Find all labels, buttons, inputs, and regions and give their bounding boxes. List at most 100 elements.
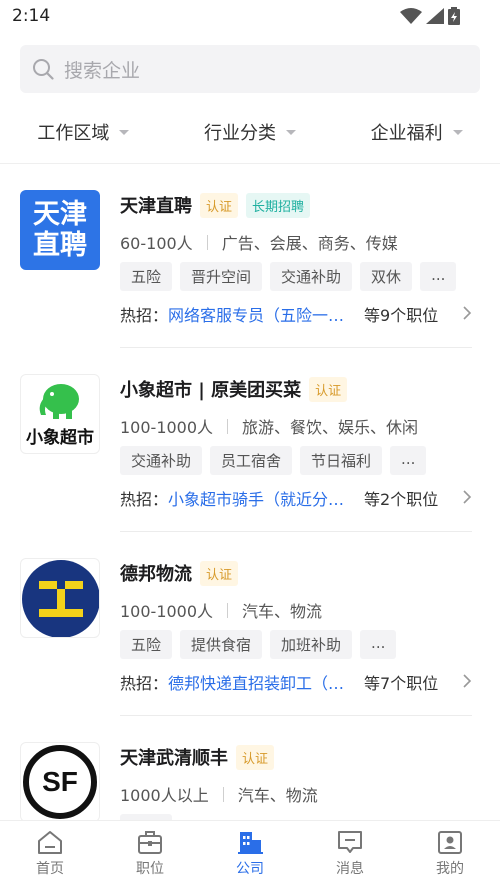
status-icons — [400, 7, 460, 25]
hot-jobs-row[interactable]: 热招： 小象超市骑手（就近分配… 等2个职位 — [120, 486, 472, 510]
chevron-right-icon — [463, 674, 472, 688]
company-industry: 广告、会展、商务、传媒 — [221, 234, 398, 253]
filter-work-area[interactable]: 工作区域 — [0, 104, 167, 160]
meta-divider — [227, 418, 229, 434]
benefit-tag: 五险 — [120, 262, 173, 291]
search-icon — [33, 59, 54, 80]
logo-text: 直聘 — [33, 230, 87, 261]
benefit-tag: 员工宿舍 — [210, 446, 293, 475]
search-input[interactable]: 搜索企业 — [20, 45, 480, 93]
caret-down-icon — [286, 129, 296, 135]
company-name: 天津武清顺丰 — [120, 748, 228, 769]
benefit-tags: 五险 晋升空间 交通补助 双休 ... — [120, 262, 457, 291]
company-name: 小象超市 | 原美团买菜 — [120, 380, 302, 401]
tab-label: 消息 — [336, 861, 364, 877]
filter-benefits[interactable]: 企业福利 — [333, 104, 500, 160]
hot-label: 热招： — [120, 674, 169, 693]
hot-job-link[interactable]: 德邦快递直招装卸工（提… — [168, 670, 358, 694]
certified-badge: 认证 — [200, 560, 239, 586]
benefit-tags: 交通补助 员工宿舍 节日福利 ... — [120, 446, 427, 475]
status-time: 2:14 — [12, 6, 51, 26]
sf-logo-icon: SF — [23, 745, 97, 819]
company-industry: 汽车、物流 — [237, 786, 318, 805]
tab-messages[interactable]: 消息 — [300, 821, 400, 888]
benefit-tags: 五险 提供食宿 加班补助 ... — [120, 630, 397, 659]
company-card[interactable]: 天津 直聘 天津直聘 认证 长期招聘 60-100人 广告、会展、商务、传媒 五… — [0, 164, 500, 348]
home-icon — [38, 831, 62, 854]
filter-label: 行业分类 — [204, 123, 276, 144]
company-name-row: 天津直聘 认证 长期招聘 — [120, 192, 311, 218]
tab-label: 我的 — [436, 861, 464, 877]
profile-icon — [438, 831, 462, 854]
hot-job-link[interactable]: 网络客服专员（五险一金… — [168, 302, 358, 326]
hot-jobs-row[interactable]: 热招： 德邦快递直招装卸工（提… 等7个职位 — [120, 670, 472, 694]
tab-label: 公司 — [236, 861, 264, 877]
benefit-tag: 节日福利 — [300, 446, 383, 475]
company-name: 天津直聘 — [120, 196, 192, 217]
tab-label: 职位 — [136, 861, 164, 877]
certified-badge: 认证 — [200, 192, 239, 218]
logo-text: 天津 — [33, 199, 87, 230]
company-logo: SF — [20, 742, 100, 820]
benefit-tag: 五险 — [120, 630, 173, 659]
benefit-tag-more: ... — [390, 446, 427, 475]
hot-label: 热招： — [120, 490, 169, 509]
certified-badge: 认证 — [236, 744, 275, 770]
search-placeholder: 搜索企业 — [64, 59, 141, 82]
chevron-right-icon — [463, 490, 472, 504]
company-industry: 旅游、餐饮、娱乐、休闲 — [242, 418, 419, 437]
filter-industry[interactable]: 行业分类 — [167, 104, 334, 160]
logo-text: 小象超市 — [26, 427, 94, 448]
meta-divider — [227, 602, 229, 618]
company-size: 100-1000人 — [120, 602, 214, 621]
company-card[interactable]: 德邦物流 认证 100-1000人 汽车、物流 五险 提供食宿 加班补助 ...… — [0, 532, 500, 716]
tab-jobs[interactable]: 职位 — [100, 821, 200, 888]
company-card[interactable]: 小象超市 小象超市 | 原美团买菜 认证 100-1000人 旅游、餐饮、娱乐、… — [0, 348, 500, 532]
wifi-icon — [400, 8, 422, 24]
company-name-row: 德邦物流 认证 — [120, 560, 239, 586]
chevron-right-icon — [463, 306, 472, 320]
tab-profile[interactable]: 我的 — [400, 821, 500, 888]
company-size: 100-1000人 — [120, 418, 214, 437]
tab-home[interactable]: 首页 — [0, 821, 100, 888]
filter-label: 企业福利 — [370, 123, 443, 144]
hot-job-count: 等7个职位 — [364, 674, 439, 693]
company-meta: 1000人以上 汽车、物流 — [120, 782, 318, 806]
company-size: 1000人以上 — [120, 786, 209, 805]
benefit-tag: 双休 — [360, 262, 413, 291]
benefit-tag: 提供食宿 — [180, 630, 263, 659]
benefit-tag: 交通补助 — [270, 262, 353, 291]
signal-icon — [426, 8, 444, 24]
certified-badge: 认证 — [309, 376, 348, 402]
benefit-tag: 晋升空间 — [180, 262, 263, 291]
hot-job-count: 等9个职位 — [364, 306, 439, 325]
meta-divider — [222, 786, 224, 802]
company-name-row: 小象超市 | 原美团买菜 认证 — [120, 376, 348, 402]
company-meta: 100-1000人 汽车、物流 — [120, 598, 322, 622]
meta-divider — [206, 234, 208, 250]
company-logo: 天津 直聘 — [20, 190, 100, 270]
filter-bar: 工作区域 行业分类 企业福利 — [0, 104, 500, 160]
benefit-tag: 加班补助 — [270, 630, 353, 659]
company-size: 60-100人 — [120, 234, 193, 253]
company-name-row: 天津武清顺丰 认证 — [120, 744, 275, 770]
tab-label: 首页 — [36, 861, 64, 877]
tab-company[interactable]: 公司 — [200, 821, 300, 888]
hot-jobs-row[interactable]: 热招： 网络客服专员（五险一金… 等9个职位 — [120, 302, 472, 326]
elephant-logo-icon — [39, 383, 79, 419]
caret-down-icon — [452, 129, 463, 135]
battery-icon — [448, 7, 460, 25]
long-term-badge: 长期招聘 — [246, 192, 311, 218]
logo-text: SF — [42, 766, 78, 797]
company-logo — [20, 558, 100, 638]
company-name: 德邦物流 — [120, 564, 192, 585]
building-icon — [238, 832, 263, 854]
briefcase-icon — [138, 831, 162, 854]
company-meta: 100-1000人 旅游、餐饮、娱乐、休闲 — [120, 414, 418, 438]
caret-down-icon — [119, 129, 130, 135]
hot-job-link[interactable]: 小象超市骑手（就近分配… — [168, 486, 358, 510]
filter-label: 工作区域 — [37, 123, 110, 144]
deppon-logo-icon — [22, 560, 99, 637]
company-logo: 小象超市 — [20, 374, 100, 454]
company-card[interactable]: SF 天津武清顺丰 认证 1000人以上 汽车、物流 — [0, 716, 500, 820]
